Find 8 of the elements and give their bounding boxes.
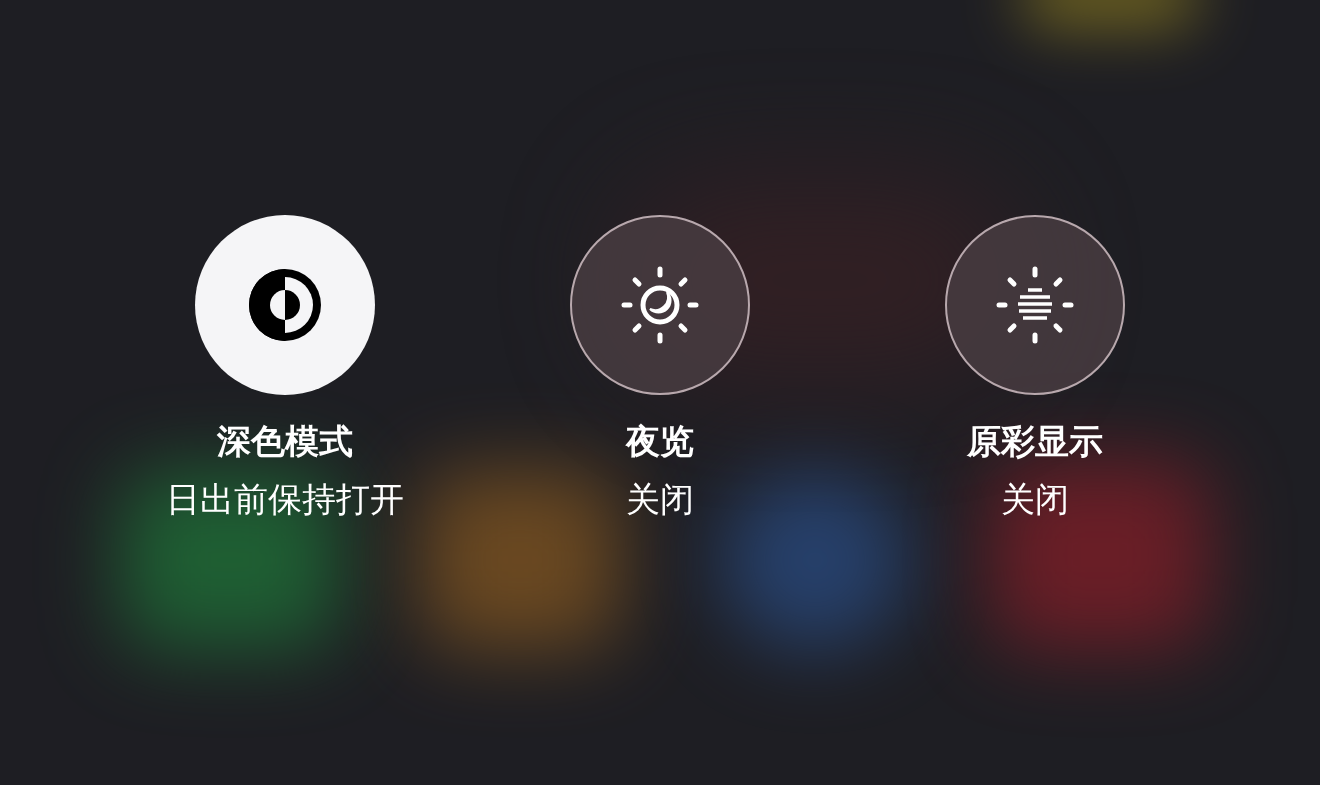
toggle-label: 夜览 (626, 421, 694, 462)
toggle-status: 关闭 (626, 479, 694, 520)
sun-moon-icon (620, 265, 700, 345)
toggle-label: 深色模式 (217, 421, 353, 462)
sun-stripes-icon (995, 265, 1075, 345)
toggle-label: 原彩显示 (967, 421, 1103, 462)
toggle-status: 日出前保持打开 (166, 479, 404, 520)
toggle-status: 关闭 (1001, 479, 1069, 520)
